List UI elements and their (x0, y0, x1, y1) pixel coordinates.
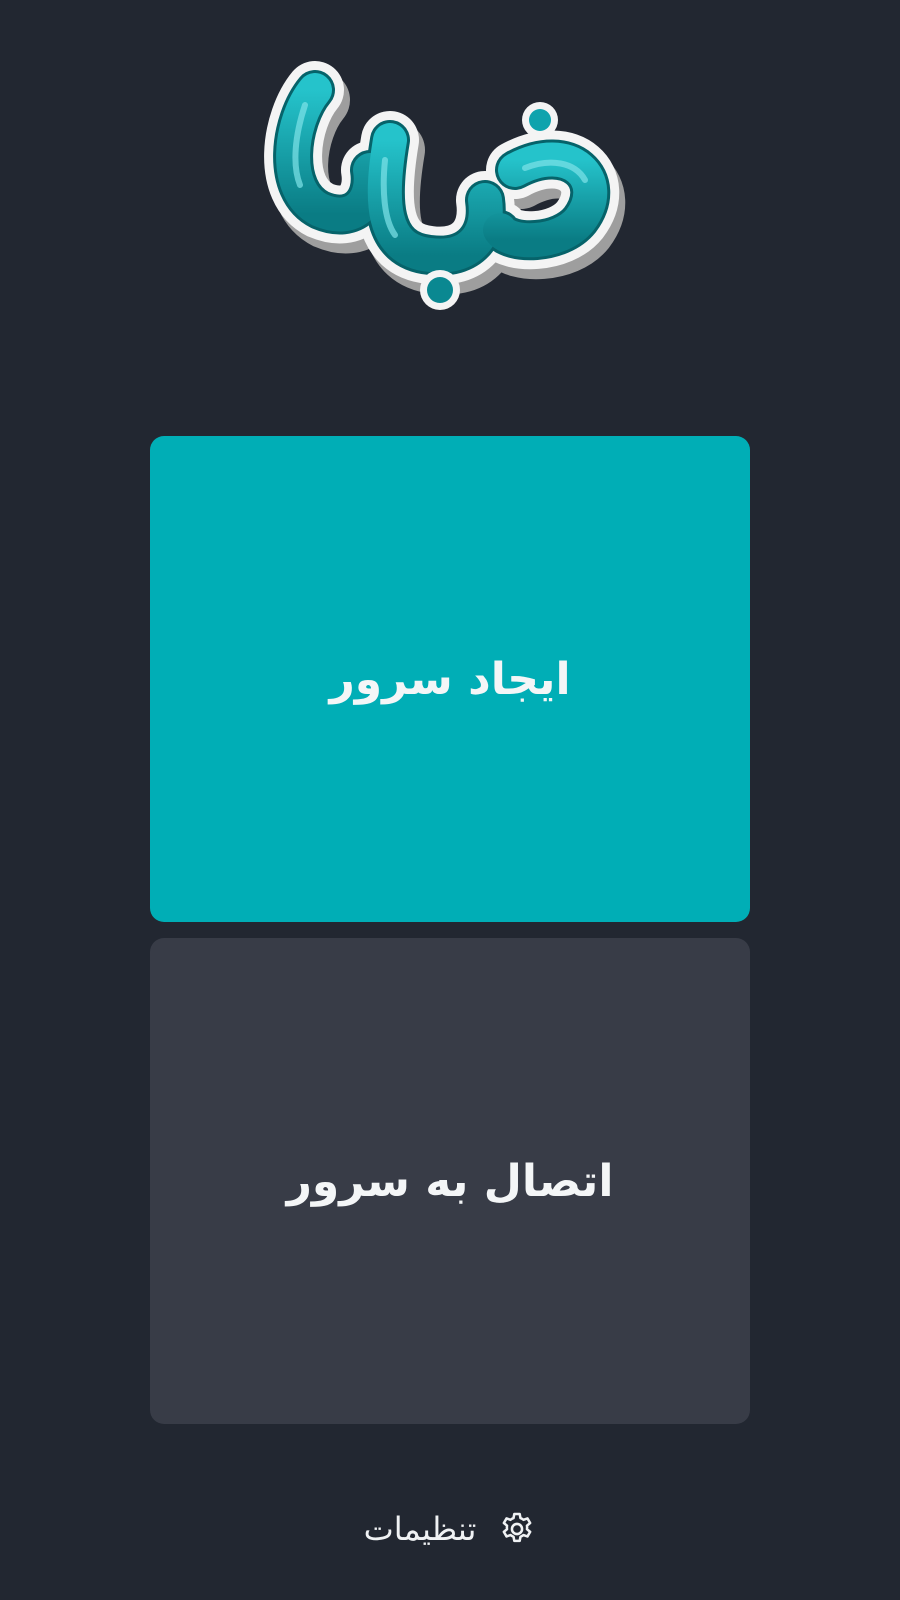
settings-link[interactable]: تنظیمات (0, 1504, 900, 1554)
gear-icon (503, 1512, 532, 1543)
settings-label: تنظیمات (363, 1510, 477, 1548)
logo-graphic (264, 61, 626, 310)
app-logo (260, 50, 640, 330)
join-server-button[interactable]: اتصال به سرور (150, 938, 750, 1424)
create-server-label: ایجاد سرور (329, 653, 571, 705)
join-server-label: اتصال به سرور (286, 1155, 614, 1207)
create-server-button[interactable]: ایجاد سرور (150, 436, 750, 922)
